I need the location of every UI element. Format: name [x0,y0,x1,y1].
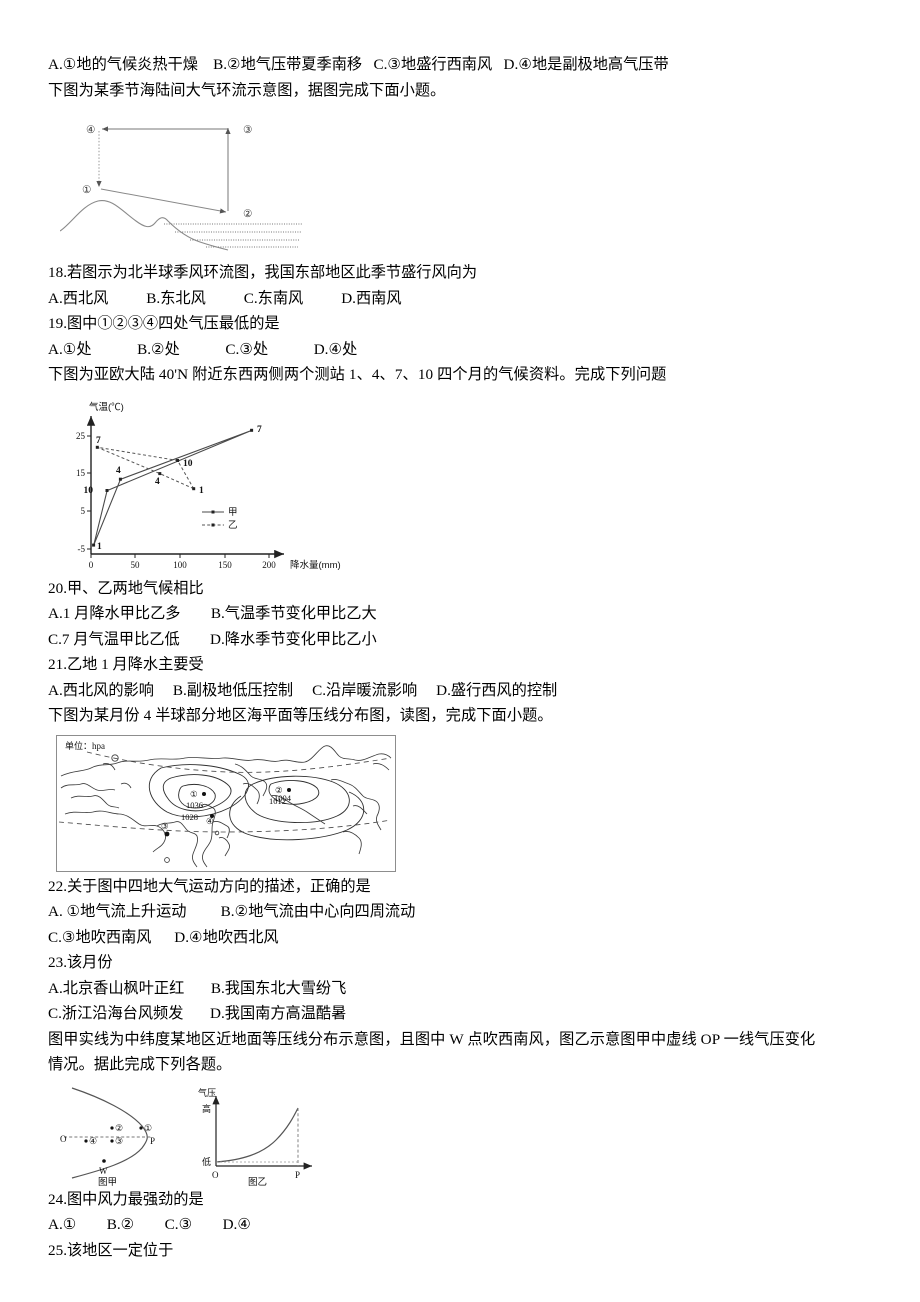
document-page: A.①地的气候炎热干燥 B.②地气压带夏季南移 C.③地盛行西南风 D.④地是副… [0,0,920,1302]
question-21-options: A.西北风的影响 B.副极地低压控制 C.沿岸暖流影响 D.盛行西风的控制 [48,681,558,699]
diagram-yi: 气压 高 低 O P 图乙 [198,1087,312,1187]
jia-label-2: ② [115,1123,123,1133]
chart-point-label-yi-7: 7 [96,436,101,446]
question-19-options: A.①处 B.②处 C.③处 D.④处 [48,340,358,358]
chart-legend-label-jia: 甲 [228,507,238,518]
figure-4-intro-line2: 情况。据此完成下列各题。 [48,1056,232,1073]
question-18-stem: 18.若图示为北半球季风环流图，我国东部地区此季节盛行风向为 [48,264,478,281]
chart-point-label-yi-4: 4 [155,477,160,487]
figure-2-intro: 下图为亚欧大陆 40'N 附近东西两侧两个测站 1、4、7、10 四个月的气候资… [48,366,667,383]
svg-text:200: 200 [262,560,276,570]
question-25-stem: 25.该地区一定位于 [48,1241,174,1259]
jia-label-4: ④ [89,1136,97,1146]
question-22-options-cd: C.③地吹西南风 D.④地吹西北风 [48,928,279,946]
yi-label-P: P [295,1170,300,1180]
isobar-label-1028: 1028 [181,812,198,822]
figure-3-intro: 下图为某月份 4 半球部分地区海平面等压线分布图，读图，完成下面小题。 [48,707,553,724]
isobar-label-1004: 1004 [274,793,292,803]
chart-point-label-jia-4: 4 [116,466,121,476]
svg-text:100: 100 [173,560,187,570]
map-point-label-1: ① [190,789,198,799]
yi-label-low: 低 [202,1156,211,1167]
question-18-options: A.西北风 B.东北风 C.东南风 D.西南风 [48,289,402,307]
svg-text:150: 150 [218,560,232,570]
map-unit-label: 单位：hpa [65,740,105,751]
figure-4-intro-line1: 图甲实线为中纬度某地区近地面等压线分布示意图，且图中 W 点吹西南风，图乙示意图… [48,1030,816,1048]
question-20-options-ab: A.1 月降水甲比乙多 B.气温季节变化甲比乙大 [48,605,377,622]
jia-label-P: P [150,1136,155,1146]
map-point-label-3: ③ [161,821,169,831]
map-point-label-4: ④ [206,816,214,826]
svg-text:50: 50 [131,560,141,570]
figure-climate-chart: 25 15 5 -5 0 50 100 150 200 气温(℃) 降水量(mm… [56,394,356,574]
figure-1-svg: ④ ③ ① ② [60,124,302,251]
yi-label-O: O [212,1170,219,1180]
figure-1-intro: 下图为某季节海陆间大气环流示意图，据图完成下面小题。 [48,81,446,99]
svg-text:0: 0 [89,560,94,570]
chart-point-label-jia-1: 1 [97,542,102,552]
jia-caption: 图甲 [98,1177,117,1187]
figure-4-svg: O P W ④ ③ ② ① 图甲 气压 高 低 O P 图乙 [60,1086,312,1187]
figure-2-svg: 25 15 5 -5 0 50 100 150 200 气温(℃) 降水量(mm… [76,401,341,571]
figure-1-label-1: ① [82,184,92,196]
question-23-options-cd: C.浙江沿海台风频发 D.我国南方高温酷暑 [48,1005,347,1022]
question-23-options-ab: A.北京香山枫叶正红 B.我国东北大雪纷飞 [48,979,347,997]
chart-point-label-jia-10: 10 [84,486,94,496]
question-20-stem: 20.甲、乙两地气候相比 [48,579,204,597]
question-17-options: A.①地的气候炎热干燥 B.②地气压带夏季南移 C.③地盛行西南风 D.④地是副… [48,56,669,73]
figure-3-svg: 单位：hpa ① ② ③ ④ 1036 1028 1012 . 1004 [58,740,392,867]
figure-sea-land-circulation: ④ ③ ① ② [60,111,360,256]
figure-pressure-diagrams: O P W ④ ③ ② ① 图甲 气压 高 低 O P 图乙 [56,1082,366,1187]
page-content: A.①地的气候炎热干燥 B.②地气压带夏季南移 C.③地盛行西南风 D.④地是副… [48,52,878,1263]
figure-1-label-3: ③ [243,124,253,136]
jia-label-3: ③ [115,1136,123,1146]
svg-text:25: 25 [76,431,86,441]
chart-legend-label-yi: 乙 [228,520,238,531]
chart-point-label-yi-1: 1 [199,486,204,496]
chart-y-axis-label: 气温(℃) [89,401,124,413]
chart-point-label-yi-10: 10 [183,459,193,469]
svg-text:-5: -5 [78,544,86,554]
yi-caption: 图乙 [248,1177,267,1187]
yi-label-high: 高 [202,1103,211,1114]
jia-label-O: O [60,1134,67,1144]
question-20-options-cd: C.7 月气温甲比乙低 D.降水季节变化甲比乙小 [48,630,377,648]
question-19-stem: 19.图中①②③④四处气压最低的是 [48,315,280,332]
chart-x-axis-label: 降水量(mm) [290,559,341,571]
question-22-options-ab: A. ①地气流上升运动 B.②地气流由中心向四周流动 [48,903,416,920]
figure-1-label-2: ② [243,208,253,220]
figure-isobar-map: 单位：hpa ① ② ③ ④ 1036 1028 1012 . 1004 [56,734,396,872]
question-24-options: A.① B.② C.③ D.④ [48,1216,251,1233]
question-21-stem: 21.乙地 1 月降水主要受 [48,656,204,673]
diagram-jia: O P W ④ ③ ② ① 图甲 [60,1086,155,1187]
svg-text:5: 5 [81,506,86,516]
question-23-stem: 23.该月份 [48,954,113,971]
svg-text:15: 15 [76,468,86,478]
yi-axis-label: 气压 [198,1087,216,1098]
isobar-label-1036: 1036 [186,800,203,810]
question-22-stem: 22.关于图中四地大气运动方向的描述，正确的是 [48,877,371,895]
jia-label-1: ① [144,1123,152,1133]
chart-point-label-jia-7: 7 [257,425,262,435]
jia-label-W: W [99,1166,108,1176]
question-24-stem: 24.图中风力最强劲的是 [48,1190,204,1208]
chart-legend: 甲 乙 [202,507,238,531]
figure-1-label-4: ④ [86,124,96,136]
